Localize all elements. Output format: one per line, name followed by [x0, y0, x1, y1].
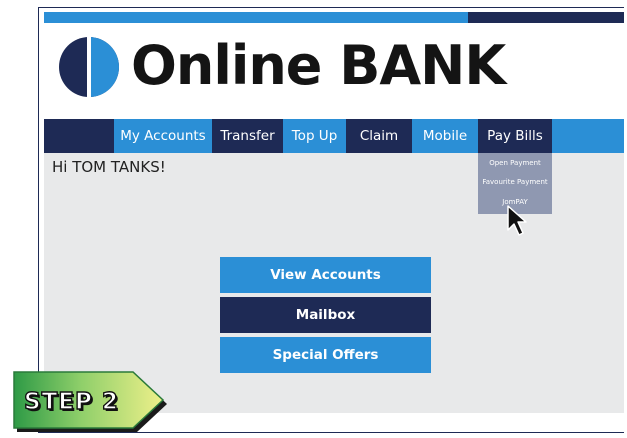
view-accounts-button[interactable]: View Accounts [220, 257, 431, 293]
nav-item-my-accounts[interactable]: My Accounts [114, 119, 212, 153]
nav-item-transfer[interactable]: Transfer [212, 119, 283, 153]
dropdown-item-open-payment[interactable]: Open Payment [478, 159, 552, 167]
dropdown-item-favourite-payment[interactable]: Favourite Payment [478, 178, 552, 186]
mouse-pointer-icon [507, 205, 527, 236]
half-circle-logo-icon [59, 37, 119, 97]
top-accent-bar [44, 12, 468, 23]
greeting-text: Hi TOM TANKS! [52, 158, 166, 176]
top-accent-bar-dark [468, 12, 624, 23]
nav-item-claim[interactable]: Claim [346, 119, 412, 153]
nav-lead-block [44, 119, 114, 153]
nav-item-mobile[interactable]: Mobile [412, 119, 478, 153]
special-offers-button[interactable]: Special Offers [220, 337, 431, 373]
nav-item-pay-bills[interactable]: Pay Bills [478, 119, 552, 153]
nav-item-top-up[interactable]: Top Up [283, 119, 346, 153]
step-label: STEP 2 [23, 388, 119, 415]
brand-title: Online BANK [131, 34, 506, 97]
mailbox-button[interactable]: Mailbox [220, 297, 431, 333]
main-nav: My Accounts Transfer Top Up Claim Mobile… [44, 119, 624, 153]
